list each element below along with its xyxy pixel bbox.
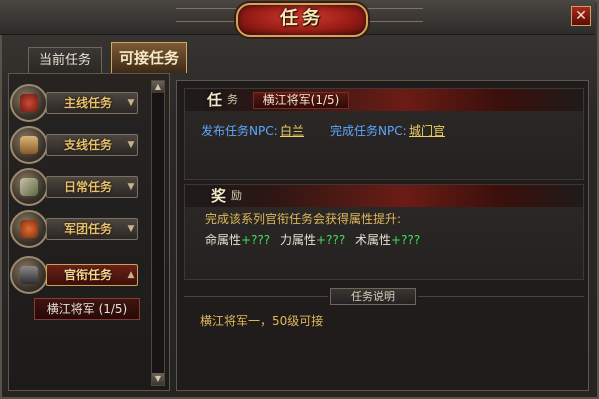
category-side-quest[interactable]: 支线任务 ▼: [10, 126, 140, 164]
category-label: 官衔任务: [63, 268, 112, 282]
finisher-npc-label: 完成任务NPC:: [330, 124, 407, 138]
reward-section: 奖 励 完成该系列官衔任务会获得属性提升: 命属性+??? 力属性+??? 术属…: [184, 184, 584, 280]
tab-available-quests[interactable]: 可接任务: [111, 42, 187, 73]
attr-name: 力属性: [280, 233, 317, 247]
task-heading-small: 务: [227, 93, 238, 106]
task-section: 任 务 横江将军(1/5) 发布任务NPC: 白兰 完成任务NPC: 城门官: [184, 88, 584, 180]
close-button[interactable]: ✕: [571, 6, 591, 26]
main-quest-icon: [10, 84, 48, 122]
category-rank-quest[interactable]: 官衔任务 ▲: [10, 256, 140, 294]
attr-value: +???: [391, 233, 421, 247]
description-header: 任务说明: [330, 288, 416, 305]
chevron-down-icon: ▼: [127, 182, 135, 192]
chevron-down-icon: ▼: [127, 98, 135, 108]
divider: [418, 296, 584, 297]
daily-quest-icon: [10, 168, 48, 206]
legion-icon: [10, 210, 48, 248]
category-scrollbar[interactable]: ▲ ▼: [151, 80, 165, 386]
issuer-npc-label: 发布任务NPC:: [201, 124, 278, 138]
description-text: 横江将军一，50级可接: [200, 314, 324, 328]
divider: [184, 296, 328, 297]
attr-value: +???: [316, 233, 346, 247]
reward-heading: 奖: [211, 187, 227, 205]
chevron-down-icon: ▼: [127, 140, 135, 150]
reward-section-header: 奖 励: [185, 185, 583, 207]
tab-current-quests[interactable]: 当前任务: [28, 47, 102, 73]
reward-heading-small: 励: [231, 189, 242, 202]
category-label: 日常任务: [63, 180, 112, 194]
attr-value: +???: [241, 233, 271, 247]
attr-name: 命属性: [205, 233, 242, 247]
category-legion-quest[interactable]: 军团任务 ▼: [10, 210, 140, 248]
category-label: 军团任务: [63, 222, 112, 236]
category-main-quest[interactable]: 主线任务 ▼: [10, 84, 140, 122]
attr-name: 术属性: [355, 233, 392, 247]
category-label: 主线任务: [63, 96, 112, 110]
reward-attrs: 命属性+??? 力属性+??? 术属性+???: [205, 232, 420, 248]
task-name-tag: 横江将军(1/5): [253, 92, 349, 109]
scroll-icon: [10, 126, 48, 164]
task-heading: 任: [207, 91, 223, 109]
issuer-npc-link[interactable]: 白兰: [280, 123, 304, 139]
category-daily-quest[interactable]: 日常任务 ▼: [10, 168, 140, 206]
title-bar[interactable]: 任务 ✕: [0, 0, 595, 37]
finisher-npc-link[interactable]: 城门官: [409, 123, 445, 139]
scroll-up-icon[interactable]: ▲: [152, 81, 164, 93]
window-title: 任务: [280, 8, 324, 29]
category-label: 支线任务: [63, 138, 112, 152]
quest-list-item[interactable]: 横江将军 (1/5): [34, 298, 140, 320]
reward-description: 完成该系列官衔任务会获得属性提升:: [205, 212, 402, 226]
rank-icon: [10, 256, 48, 294]
chevron-down-icon: ▼: [127, 224, 135, 234]
scroll-down-icon[interactable]: ▼: [152, 373, 164, 385]
task-section-header: 任 务 横江将军(1/5): [185, 89, 583, 111]
chevron-up-icon: ▲: [127, 270, 135, 280]
